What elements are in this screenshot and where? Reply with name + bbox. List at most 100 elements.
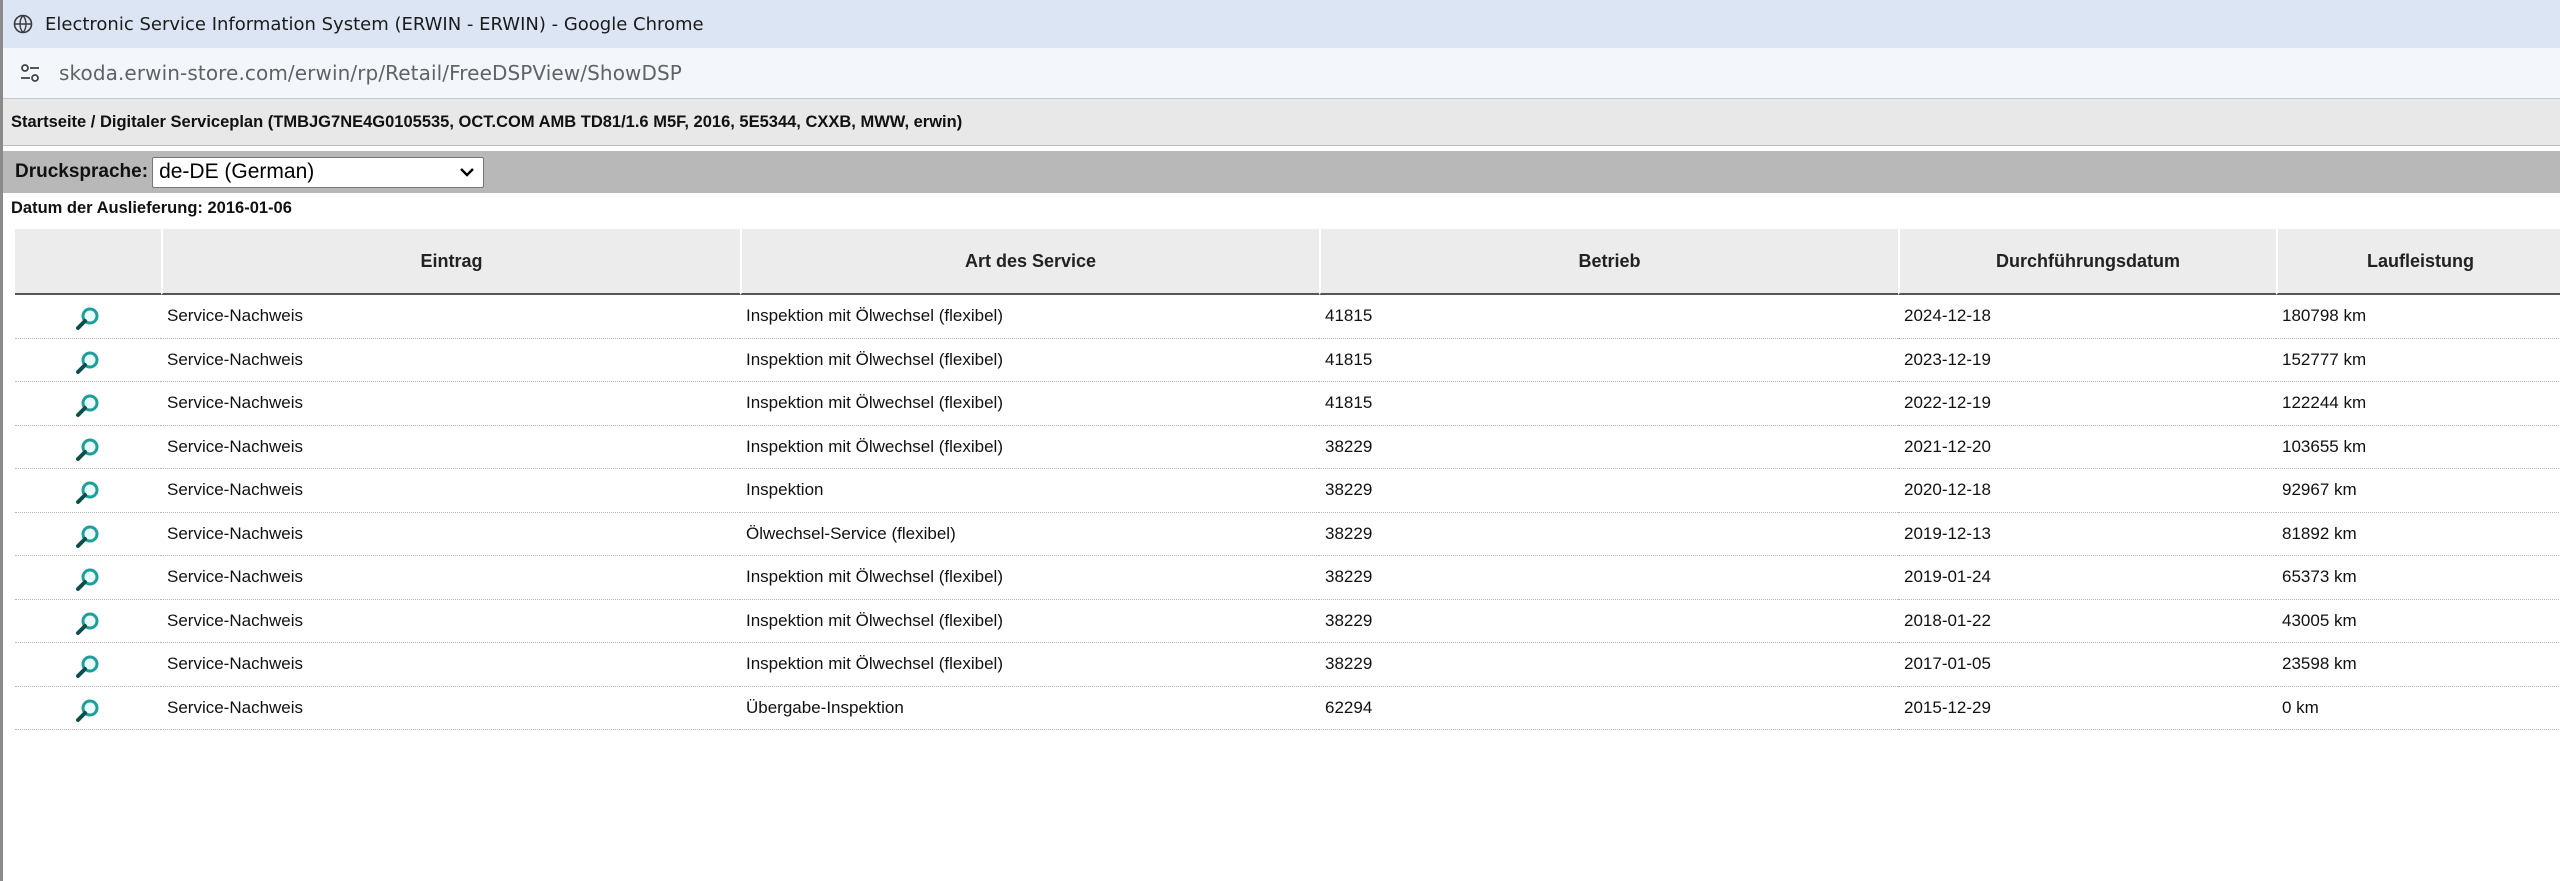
service-type-cell: Inspektion mit Ölwechsel (flexibel) (740, 295, 1319, 339)
date-cell: 2018-01-22 (1898, 600, 2276, 643)
window-title: Electronic Service Information System (E… (45, 13, 704, 35)
service-table: Eintrag Art des Service Betrieb Durchfüh… (15, 229, 2560, 730)
service-table-container: Eintrag Art des Service Betrieb Durchfüh… (15, 229, 2560, 730)
entry-cell: Service-Nachweis (161, 382, 740, 426)
table-row: Service-Nachweis Inspektion mit Ölwechsel… (15, 339, 2560, 382)
print-language-value: de-DE (German) (159, 160, 315, 183)
dealer-cell: 38229 (1319, 426, 1898, 469)
service-type-cell: Inspektion mit Ölwechsel (flexibel) (740, 339, 1319, 382)
view-cell (15, 513, 161, 556)
mileage-cell: 65373 km (2276, 556, 2560, 600)
globe-icon (13, 14, 33, 34)
mileage-cell: 152777 km (2276, 339, 2560, 382)
service-type-cell: Übergabe-Inspektion (740, 687, 1319, 730)
date-cell: 2021-12-20 (1898, 426, 2276, 469)
table-row: Service-Nachweis Inspektion mit Ölwechsel… (15, 382, 2560, 426)
service-type-cell: Inspektion mit Ölwechsel (flexibel) (740, 600, 1319, 643)
magnifier-icon[interactable] (74, 392, 102, 420)
service-type-cell: Inspektion mit Ölwechsel (flexibel) (740, 556, 1319, 600)
column-header-icon (15, 229, 161, 295)
view-cell (15, 687, 161, 730)
date-cell: 2023-12-19 (1898, 339, 2276, 382)
magnifier-icon[interactable] (74, 566, 102, 594)
dealer-cell: 41815 (1319, 295, 1898, 339)
date-cell: 2019-12-13 (1898, 513, 2276, 556)
mileage-cell: 43005 km (2276, 600, 2560, 643)
column-header-service-type[interactable]: Art des Service (740, 229, 1319, 295)
entry-cell: Service-Nachweis (161, 600, 740, 643)
magnifier-icon[interactable] (74, 653, 102, 681)
entry-cell: Service-Nachweis (161, 687, 740, 730)
url-text[interactable]: skoda.erwin-store.com/erwin/rp/Retail/Fr… (59, 61, 682, 85)
column-header-date[interactable]: Durchführungsdatum (1898, 229, 2276, 295)
mileage-cell: 81892 km (2276, 513, 2560, 556)
mileage-cell: 92967 km (2276, 469, 2560, 513)
table-row: Service-Nachweis Ölwechsel-Service (flexi… (15, 513, 2560, 556)
entry-cell: Service-Nachweis (161, 556, 740, 600)
entry-cell: Service-Nachweis (161, 469, 740, 513)
view-cell (15, 600, 161, 643)
magnifier-icon[interactable] (74, 523, 102, 551)
date-cell: 2017-01-05 (1898, 643, 2276, 687)
entry-cell: Service-Nachweis (161, 339, 740, 382)
table-header-row: Eintrag Art des Service Betrieb Durchfüh… (15, 229, 2560, 295)
view-cell (15, 643, 161, 687)
magnifier-icon[interactable] (74, 479, 102, 507)
column-header-dealer[interactable]: Betrieb (1319, 229, 1898, 295)
entry-cell: Service-Nachweis (161, 426, 740, 469)
table-row: Service-Nachweis Übergabe-Inspektion 62294… (15, 687, 2560, 730)
dealer-cell: 38229 (1319, 556, 1898, 600)
magnifier-icon[interactable] (74, 436, 102, 464)
print-language-select[interactable]: de-DE (German) (152, 156, 485, 188)
service-type-cell: Inspektion mit Ölwechsel (flexibel) (740, 382, 1319, 426)
magnifier-icon[interactable] (74, 697, 102, 725)
mileage-cell: 180798 km (2276, 295, 2560, 339)
view-cell (15, 426, 161, 469)
dealer-cell: 62294 (1319, 687, 1898, 730)
mileage-cell: 122244 km (2276, 382, 2560, 426)
dealer-cell: 38229 (1319, 643, 1898, 687)
dealer-cell: 41815 (1319, 339, 1898, 382)
dealer-cell: 38229 (1319, 600, 1898, 643)
mileage-cell: 0 km (2276, 687, 2560, 730)
date-cell: 2020-12-18 (1898, 469, 2276, 513)
view-cell (15, 469, 161, 513)
column-header-mileage[interactable]: Laufleistung (2276, 229, 2560, 295)
entry-cell: Service-Nachweis (161, 643, 740, 687)
view-cell (15, 339, 161, 382)
service-type-cell: Inspektion mit Ölwechsel (flexibel) (740, 643, 1319, 687)
date-cell: 2015-12-29 (1898, 687, 2276, 730)
delivery-date: Datum der Auslieferung: 2016-01-06 (11, 199, 292, 217)
column-header-entry[interactable]: Eintrag (161, 229, 740, 295)
view-cell (15, 382, 161, 426)
date-cell: 2022-12-19 (1898, 382, 2276, 426)
table-row: Service-Nachweis Inspektion mit Ölwechsel… (15, 295, 2560, 339)
table-row: Service-Nachweis Inspektion mit Ölwechsel… (15, 426, 2560, 469)
service-type-cell: Ölwechsel-Service (flexibel) (740, 513, 1319, 556)
view-cell (15, 295, 161, 339)
date-cell: 2024-12-18 (1898, 295, 2276, 339)
print-language-label: Drucksprache: (15, 161, 149, 182)
breadcrumb: Startseite / Digitaler Serviceplan (TMBJ… (3, 98, 2560, 146)
magnifier-icon[interactable] (74, 610, 102, 638)
print-language-bar: Drucksprache: de-DE (German) (3, 151, 2560, 193)
dealer-cell: 41815 (1319, 382, 1898, 426)
magnifier-icon[interactable] (74, 305, 102, 333)
site-settings-icon[interactable] (17, 60, 43, 86)
table-row: Service-Nachweis Inspektion mit Ölwechsel… (15, 556, 2560, 600)
service-type-cell: Inspektion (740, 469, 1319, 513)
service-type-cell: Inspektion mit Ölwechsel (flexibel) (740, 426, 1319, 469)
table-row: Service-Nachweis Inspektion mit Ölwechsel… (15, 600, 2560, 643)
entry-cell: Service-Nachweis (161, 295, 740, 339)
date-cell: 2019-01-24 (1898, 556, 2276, 600)
table-row: Service-Nachweis Inspektion mit Ölwechsel… (15, 643, 2560, 687)
mileage-cell: 23598 km (2276, 643, 2560, 687)
magnifier-icon[interactable] (74, 349, 102, 377)
browser-window: Electronic Service Information System (E… (0, 0, 2560, 881)
dealer-cell: 38229 (1319, 513, 1898, 556)
window-titlebar: Electronic Service Information System (E… (3, 0, 2560, 48)
breadcrumb-text[interactable]: Startseite / Digitaler Serviceplan (TMBJ… (11, 113, 962, 132)
view-cell (15, 556, 161, 600)
chevron-down-icon (459, 160, 475, 184)
address-bar[interactable]: skoda.erwin-store.com/erwin/rp/Retail/Fr… (3, 48, 2560, 98)
